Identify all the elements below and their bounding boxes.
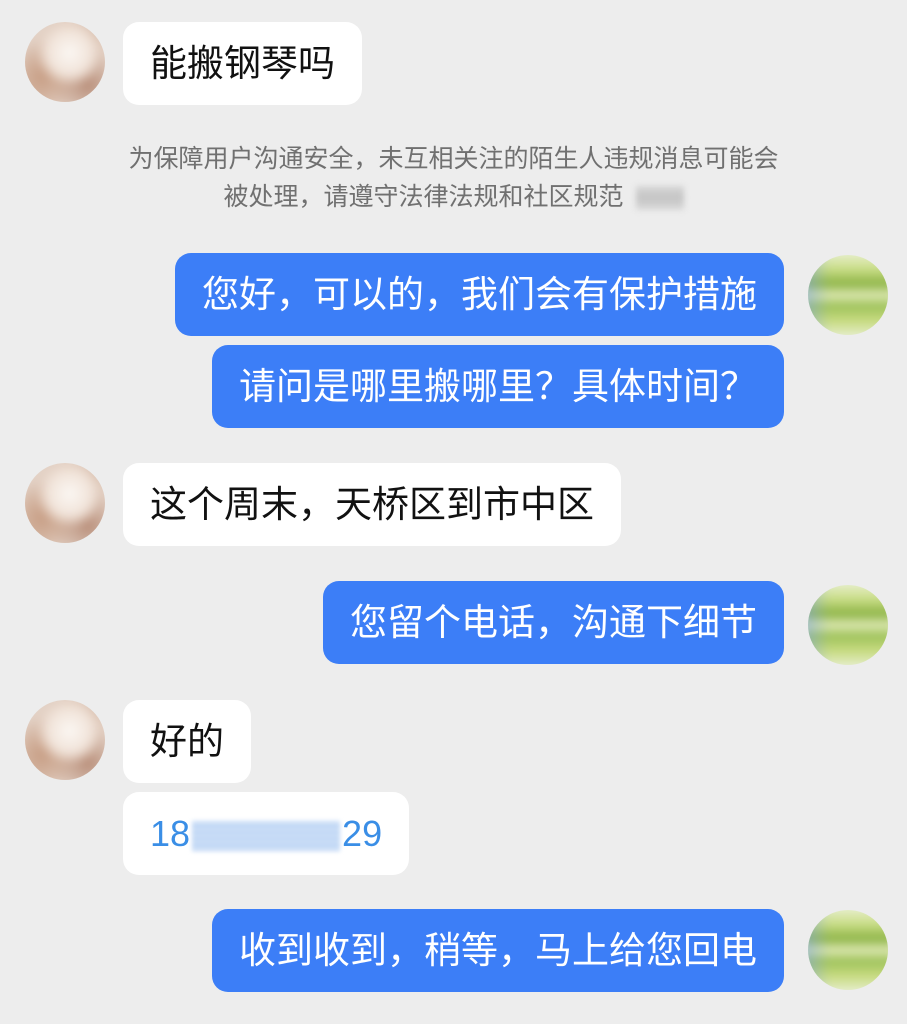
phone-redaction-blur [192, 821, 341, 852]
phone-number-link[interactable]: 18 29 [150, 813, 382, 854]
message-bubble-incoming: 好的 [123, 700, 251, 783]
message-text: 能搬钢琴吗 [150, 43, 335, 84]
notice-line-1: 为保障用户沟通安全，未互相关注的陌生人违规消息可能会 [128, 145, 779, 173]
user-avatar[interactable] [808, 910, 888, 990]
notice-line-2: 被处理，请遵守法律法规和社区规范 [223, 183, 624, 211]
notice-line-2-wrap: 被处理，请遵守法律法规和社区规范 [0, 178, 907, 216]
message-bubble-outgoing: 请问是哪里搬哪里？具体时间？ [212, 345, 784, 428]
message-bubble-outgoing: 您好，可以的，我们会有保护措施 [175, 253, 784, 336]
user-avatar[interactable] [808, 585, 888, 665]
chat-screen: 能搬钢琴吗 为保障用户沟通安全，未互相关注的陌生人违规消息可能会 被处理，请遵守… [0, 0, 907, 1024]
phone-suffix: 29 [342, 813, 383, 854]
message-text: 收到收到，稍等，马上给您回电 [239, 930, 757, 971]
blurred-link-icon[interactable] [635, 186, 684, 211]
contact-avatar[interactable] [25, 22, 105, 102]
message-text: 这个周末，天桥区到市中区 [150, 484, 594, 525]
contact-avatar[interactable] [25, 700, 105, 780]
user-avatar[interactable] [808, 255, 888, 335]
message-bubble-incoming: 这个周末，天桥区到市中区 [123, 463, 621, 546]
message-bubble-incoming: 能搬钢琴吗 [123, 22, 362, 105]
phone-prefix: 18 [150, 813, 191, 854]
message-text: 请问是哪里搬哪里？具体时间？ [239, 366, 757, 407]
message-bubble-outgoing: 您留个电话，沟通下细节 [323, 581, 784, 664]
message-text: 您好，可以的，我们会有保护措施 [202, 274, 757, 315]
phone-number-bubble: 18 29 [123, 792, 410, 875]
message-text: 好的 [150, 721, 224, 762]
safety-notice: 为保障用户沟通安全，未互相关注的陌生人违规消息可能会 被处理，请遵守法律法规和社… [0, 140, 907, 216]
message-text: 您留个电话，沟通下细节 [350, 602, 757, 643]
contact-avatar[interactable] [25, 463, 105, 543]
message-bubble-outgoing: 收到收到，稍等，马上给您回电 [212, 909, 784, 992]
